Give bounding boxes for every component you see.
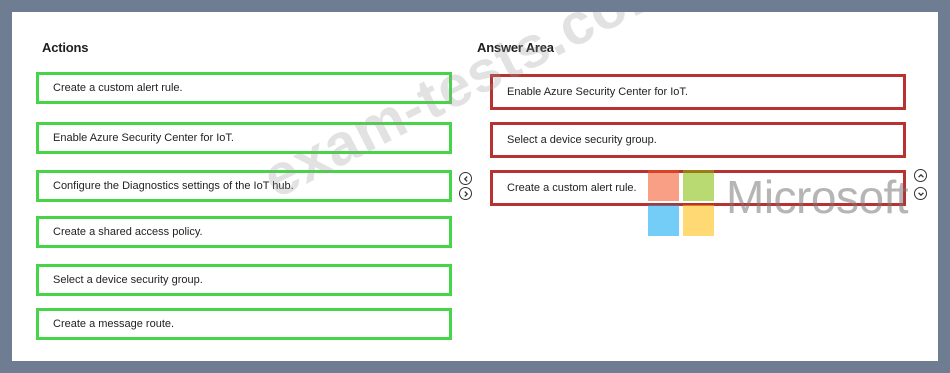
move-right-button[interactable] xyxy=(459,187,472,200)
chevron-left-icon xyxy=(463,175,468,182)
answer-area-heading: Answer Area xyxy=(477,40,554,55)
chevron-up-icon xyxy=(917,173,924,178)
drag-drop-panel: Actions Answer Area Create a custom aler… xyxy=(12,12,938,361)
actions-heading: Actions xyxy=(42,40,89,55)
action-item-3[interactable]: Configure the Diagnostics settings of th… xyxy=(36,170,452,202)
chevron-down-icon xyxy=(917,191,924,196)
answer-item-2[interactable]: Select a device security group. xyxy=(490,122,906,158)
move-up-button[interactable] xyxy=(914,169,927,182)
action-item-1[interactable]: Create a custom alert rule. xyxy=(36,72,452,104)
answer-item-3[interactable]: Create a custom alert rule. xyxy=(490,170,906,206)
answer-item-1[interactable]: Enable Azure Security Center for IoT. xyxy=(490,74,906,110)
action-item-2[interactable]: Enable Azure Security Center for IoT. xyxy=(36,122,452,154)
action-item-4[interactable]: Create a shared access policy. xyxy=(36,216,452,248)
move-down-button[interactable] xyxy=(914,187,927,200)
chevron-right-icon xyxy=(463,190,468,197)
action-item-5[interactable]: Select a device security group. xyxy=(36,264,452,296)
action-item-6[interactable]: Create a message route. xyxy=(36,308,452,340)
move-left-button[interactable] xyxy=(459,172,472,185)
